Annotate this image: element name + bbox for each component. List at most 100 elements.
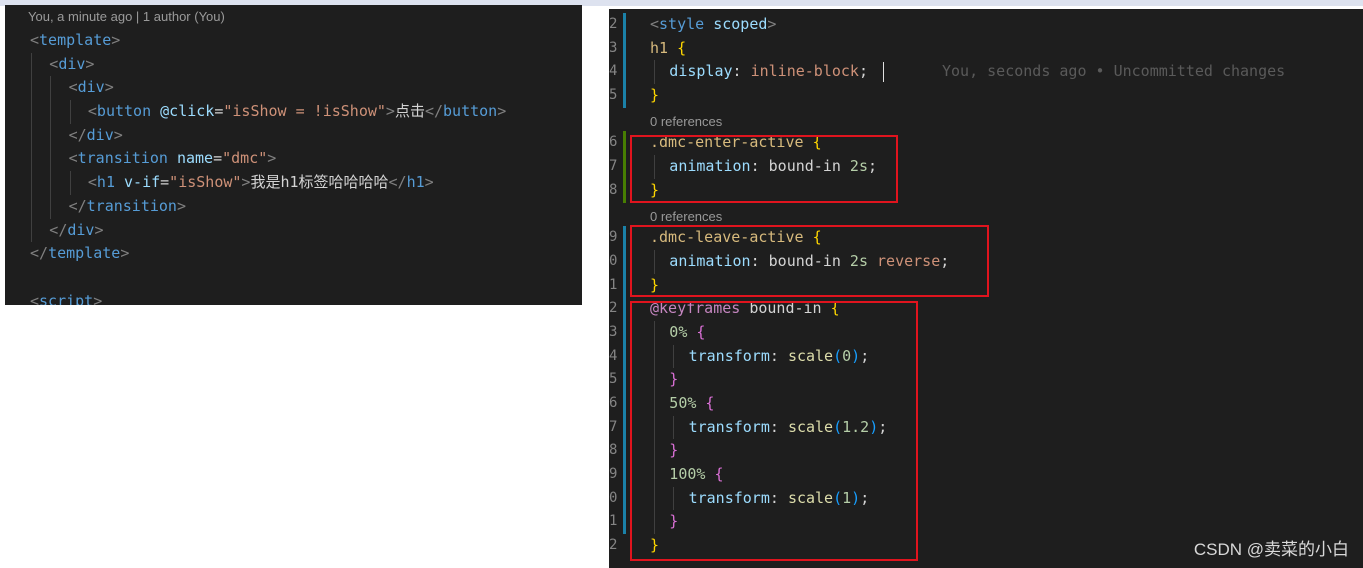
line-number: 0 bbox=[609, 252, 617, 269]
code-token: 我是h1标签哈哈哈哈 bbox=[250, 173, 389, 192]
code-token: > bbox=[385, 102, 395, 121]
indent-guide bbox=[50, 147, 52, 172]
git-modified-indicator[interactable] bbox=[623, 13, 626, 37]
code-token: </ bbox=[68, 125, 87, 144]
highlight-box-leave-active bbox=[630, 225, 989, 297]
code-token: div bbox=[77, 78, 105, 97]
git-modified-indicator[interactable] bbox=[623, 84, 626, 108]
code-token: > bbox=[767, 15, 777, 33]
line-number: 5 bbox=[609, 87, 617, 104]
code-token: ; bbox=[858, 62, 868, 81]
indent-guide bbox=[31, 123, 32, 148]
code-token: script bbox=[39, 291, 94, 305]
git-modified-indicator[interactable] bbox=[623, 273, 626, 298]
line-number: 2 bbox=[609, 300, 617, 317]
code-token: > bbox=[111, 31, 121, 49]
line-number: 4 bbox=[609, 347, 617, 364]
code-token: < bbox=[87, 173, 97, 192]
code-text: h1 { bbox=[650, 37, 686, 61]
indent-guide bbox=[69, 171, 71, 195]
indent-guide bbox=[31, 76, 32, 101]
git-modified-indicator[interactable] bbox=[623, 368, 626, 392]
git-modified-indicator[interactable] bbox=[623, 60, 626, 85]
code-token: } bbox=[650, 86, 660, 105]
codelens-references[interactable]: 0 references bbox=[609, 108, 1363, 132]
code-token: style bbox=[659, 15, 705, 33]
inline-git-blame[interactable]: You, seconds ago • Uncommitted changes bbox=[942, 60, 1285, 84]
line-number: 7 bbox=[609, 418, 617, 435]
code-token: scoped bbox=[713, 15, 768, 33]
code-token: < bbox=[30, 31, 40, 49]
code-token: < bbox=[68, 149, 78, 168]
code-token: > bbox=[120, 244, 130, 263]
indent-guide bbox=[69, 100, 71, 124]
code-token: = bbox=[160, 173, 170, 192]
code-text: <style scoped> bbox=[650, 13, 776, 37]
code-token: > bbox=[424, 173, 434, 192]
style-editor-pane[interactable]: 2 <style scoped> 3 h1 {4 display: inline-blo… bbox=[609, 9, 1363, 568]
indent-guide bbox=[50, 123, 52, 148]
code-token: > bbox=[176, 196, 186, 215]
indent-guide bbox=[654, 60, 655, 85]
indent-guide bbox=[50, 100, 52, 124]
code-token: button bbox=[443, 102, 498, 121]
code-token: < bbox=[30, 291, 40, 305]
code-text: <div> bbox=[69, 76, 114, 100]
code-text: display: inline-block; bbox=[669, 60, 868, 84]
git-modified-indicator[interactable] bbox=[623, 415, 626, 440]
line-number: 2 bbox=[609, 537, 617, 554]
code-token: > bbox=[497, 102, 507, 121]
code-token: 点击 bbox=[394, 102, 425, 121]
git-blame-header[interactable]: You, a minute ago | 1 author (You) bbox=[28, 9, 225, 24]
git-modified-indicator[interactable] bbox=[623, 320, 626, 345]
indent-guide bbox=[31, 52, 32, 77]
code-line[interactable]: 4 display: inline-block; You, seconds ago … bbox=[609, 60, 1363, 85]
code-line[interactable]: 3 h1 { bbox=[609, 36, 1363, 61]
git-modified-indicator[interactable] bbox=[623, 463, 626, 487]
indent-guide bbox=[50, 194, 52, 219]
code-token: button bbox=[96, 102, 152, 121]
git-modified-indicator[interactable] bbox=[623, 36, 626, 61]
code-token: v-if bbox=[124, 173, 161, 192]
code-token: < bbox=[68, 78, 78, 97]
git-added-indicator[interactable] bbox=[623, 178, 626, 203]
code-text: </transition> bbox=[69, 195, 186, 219]
code-token: div bbox=[67, 220, 95, 239]
indent-guide bbox=[31, 171, 32, 195]
line-number: 3 bbox=[609, 323, 617, 340]
git-modified-indicator[interactable] bbox=[623, 392, 626, 416]
git-modified-indicator[interactable] bbox=[623, 486, 626, 511]
code-token: h1 bbox=[650, 38, 669, 57]
references-label[interactable]: 0 references bbox=[650, 110, 722, 134]
git-added-indicator[interactable] bbox=[623, 155, 626, 179]
line-number: 6 bbox=[609, 395, 617, 411]
git-modified-indicator[interactable] bbox=[623, 226, 626, 250]
code-text: <button @click="isShow = !isShow">点击</bu… bbox=[88, 100, 506, 124]
codelens-references[interactable]: 0 references bbox=[609, 203, 1363, 227]
code-line[interactable]: 5} bbox=[609, 84, 1363, 108]
code-token: </ bbox=[49, 220, 68, 239]
code-token: h1 bbox=[96, 173, 115, 192]
code-token: "dmc" bbox=[222, 149, 268, 168]
code-token: > bbox=[85, 54, 95, 73]
code-token: > bbox=[267, 149, 277, 168]
code-line[interactable]: 2 <style scoped> bbox=[609, 13, 1363, 37]
highlight-box-enter-active bbox=[630, 135, 898, 203]
git-modified-indicator[interactable] bbox=[623, 344, 626, 369]
code-token: </ bbox=[30, 244, 49, 263]
git-added-indicator[interactable] bbox=[623, 131, 626, 156]
code-token: div bbox=[58, 54, 86, 73]
code-token: h1 bbox=[406, 173, 425, 192]
code-token: </ bbox=[388, 173, 407, 192]
line-number: 7 bbox=[609, 158, 617, 175]
git-modified-indicator[interactable] bbox=[623, 439, 626, 464]
indent-guide bbox=[31, 194, 32, 219]
template-editor-pane[interactable]: You, a minute ago | 1 author (You) <temp… bbox=[5, 5, 582, 305]
git-modified-indicator[interactable] bbox=[623, 510, 626, 535]
code-token: = bbox=[213, 149, 223, 168]
code-token: "isShow = !isShow" bbox=[223, 102, 386, 121]
git-modified-indicator[interactable] bbox=[623, 249, 626, 274]
git-modified-indicator[interactable] bbox=[623, 297, 626, 321]
code-token: div bbox=[86, 125, 114, 144]
